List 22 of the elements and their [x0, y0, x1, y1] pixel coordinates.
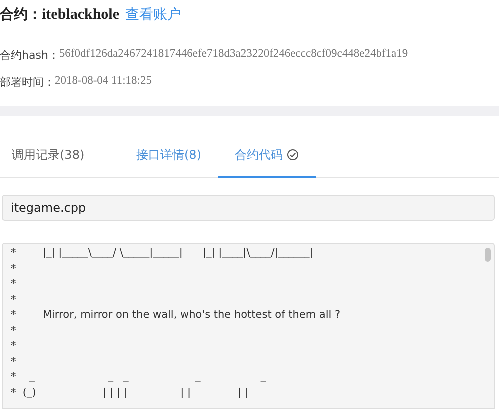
tab[interactable]: 调用记录(38): [0, 138, 120, 178]
code-line: *: [11, 354, 16, 370]
contract-label: 合约：: [0, 6, 42, 24]
code-line: * (_) | | | | | | | |: [11, 386, 248, 400]
info-label: 部署时间：: [0, 75, 55, 90]
code-line: * |_| |_____\____/ \_____|_____| |_| |____|\____/|______|: [11, 246, 314, 261]
code-line: *: [11, 324, 16, 338]
info-label: 合约hash：: [0, 48, 60, 63]
code-line: *: [11, 277, 16, 292]
tab[interactable]: 接口详情(8): [120, 138, 218, 178]
file-name-field[interactable]: itegame.cpp: [2, 195, 495, 221]
info-value: 56f0df126da2467241817446efe718d3a23220f246eccc8cf09c448e24bf1a19: [59, 48, 408, 62]
tab[interactable]: 合约代码: [218, 138, 316, 178]
view-account-link[interactable]: 查看账户: [126, 6, 182, 24]
scrollbar-thumb[interactable]: [485, 248, 491, 262]
code-line: * Mirror, mirror on the wall, who's the hottest of them all ?: [11, 308, 341, 323]
info-value: 2018-08-04 11:18:25: [55, 75, 152, 89]
code-line: *: [11, 292, 16, 308]
code-line: * _ _ _ _ _: [11, 370, 266, 385]
contract-name: iteblackhole: [42, 7, 120, 24]
code-line: *: [11, 339, 16, 354]
code-line: *: [11, 262, 16, 276]
